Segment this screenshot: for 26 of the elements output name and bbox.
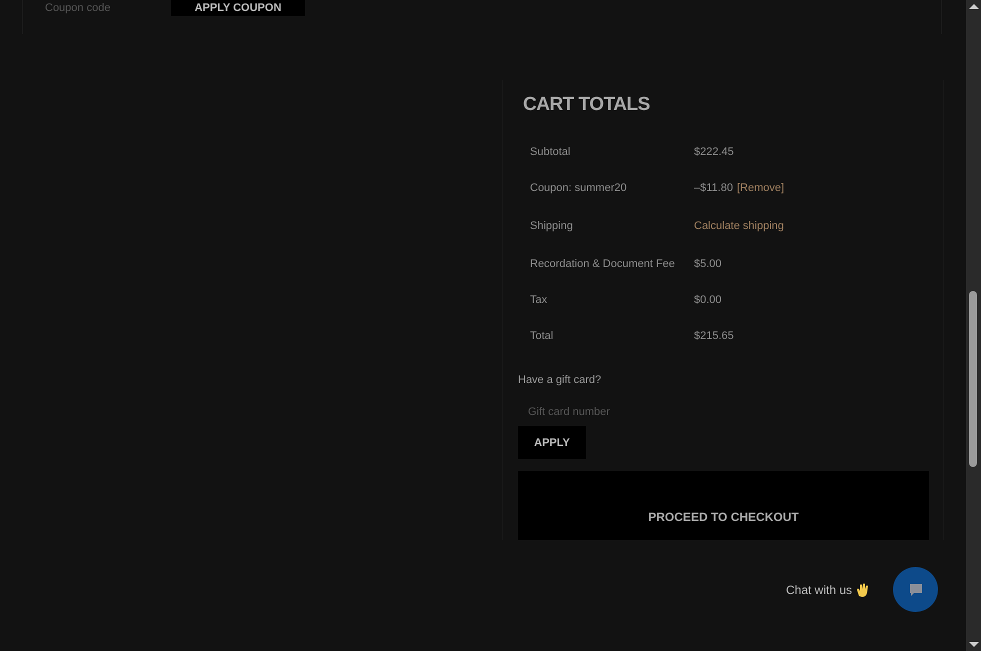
amount: $5.00: [694, 258, 722, 270]
amount: $0.00: [694, 294, 722, 306]
row-label: Recordation & Document Fee: [530, 258, 676, 270]
amount: $215.65: [694, 330, 734, 342]
calculate-shipping-link[interactable]: Calculate shipping: [694, 220, 784, 232]
scrollbar-thumb[interactable]: [969, 291, 977, 467]
row-label: Tax: [530, 294, 548, 306]
checkout-button[interactable]: PROCEED TO CHECKOUT: [518, 471, 929, 540]
row-label: Total: [530, 330, 554, 342]
chat-button[interactable]: [893, 567, 938, 612]
amount: –$11.80: [694, 182, 733, 194]
scrollbar[interactable]: [966, 0, 981, 651]
coupon-code-label: Coupon code: [45, 2, 112, 14]
chat-label[interactable]: Chat with us: [786, 582, 852, 596]
gift-card-label: Have a gift card?: [518, 374, 602, 386]
row-label: Coupon: summer20: [530, 182, 628, 194]
row-label: Subtotal: [530, 146, 572, 158]
apply-button[interactable]: APPLY: [518, 426, 586, 459]
chat-icon: [908, 582, 924, 598]
scroll-up-icon[interactable]: [968, 3, 978, 9]
apply-coupon-button[interactable]: APPLY COUPON: [171, 0, 305, 16]
scroll-down-icon[interactable]: [968, 642, 978, 648]
remove-link[interactable]: [Remove]: [736, 182, 784, 194]
cart-totals-heading: CART TOTALS: [522, 93, 651, 117]
row-label: Shipping: [530, 220, 574, 232]
amount: $222.45: [694, 146, 734, 158]
